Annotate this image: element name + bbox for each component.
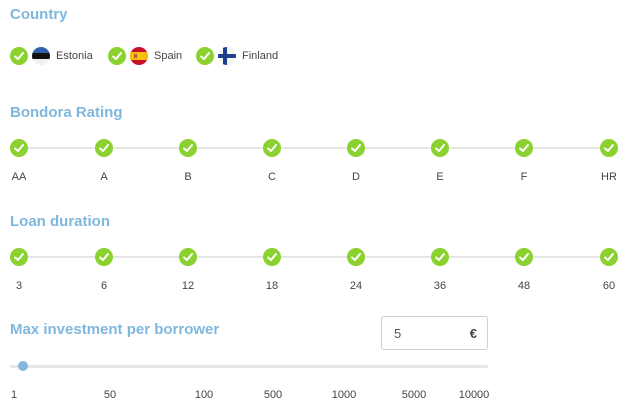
duration-checkmark-icon[interactable] <box>179 248 197 266</box>
finland-flag-icon <box>218 47 236 65</box>
rating-checkmark-icon[interactable] <box>263 139 281 157</box>
rating-tick-label: F <box>520 171 528 183</box>
slider-tick-label: 5000 <box>401 389 427 401</box>
slider-tick-label: 100 <box>194 389 214 401</box>
rating-checkmark-icon[interactable] <box>95 139 113 157</box>
max-investment-input[interactable] <box>394 325 454 341</box>
duration-tick-label: 60 <box>602 280 616 292</box>
rating-tick-label: D <box>352 171 360 183</box>
duration-checkmark-icon[interactable] <box>515 248 533 266</box>
country-label: Spain <box>154 50 183 62</box>
country-label: Estonia <box>56 50 93 62</box>
duration-checkmark-icon[interactable] <box>347 248 365 266</box>
max-investment-slider-track[interactable] <box>10 365 488 368</box>
duration-checkmark-icon[interactable] <box>431 248 449 266</box>
duration-tick-label: 3 <box>15 280 23 292</box>
rating-tick-label: B <box>184 171 192 183</box>
max-investment-field[interactable]: € <box>381 316 488 350</box>
rating-title: Bondora Rating <box>10 104 123 121</box>
rating-tick-label: HR <box>601 171 617 183</box>
rating-checkmark-icon[interactable] <box>10 139 28 157</box>
slider-tick-label: 50 <box>103 389 117 401</box>
duration-tick-label: 18 <box>265 280 279 292</box>
estonia-flag-icon <box>32 47 50 65</box>
max-investment-slider-handle[interactable] <box>18 361 28 371</box>
duration-checkmark-icon[interactable] <box>600 248 618 266</box>
euro-currency-icon: € <box>469 325 477 341</box>
slider-tick-label: 1000 <box>331 389 357 401</box>
spain-flag-icon <box>130 47 148 65</box>
slider-tick-label: 1 <box>10 389 18 401</box>
rating-checkmark-icon[interactable] <box>347 139 365 157</box>
slider-tick-label: 10000 <box>458 389 490 401</box>
country-title: Country <box>10 6 68 23</box>
duration-tick-label: 6 <box>100 280 108 292</box>
duration-tick-label: 48 <box>517 280 531 292</box>
duration-title: Loan duration <box>10 213 110 230</box>
duration-checkmark-icon[interactable] <box>10 248 28 266</box>
checkmark-icon[interactable] <box>196 47 214 65</box>
duration-tick-label: 36 <box>433 280 447 292</box>
country-option-estonia[interactable]: Estonia <box>10 47 93 65</box>
rating-checkmark-icon[interactable] <box>600 139 618 157</box>
duration-tick-label: 12 <box>181 280 195 292</box>
country-option-spain[interactable]: Spain <box>108 47 182 65</box>
checkmark-icon[interactable] <box>108 47 126 65</box>
rating-tick-label: C <box>268 171 276 183</box>
duration-checkmark-icon[interactable] <box>95 248 113 266</box>
country-label: Finland <box>242 50 279 62</box>
rating-checkmark-icon[interactable] <box>431 139 449 157</box>
max-investment-title: Max investment per borrower <box>10 321 220 338</box>
country-option-finland[interactable]: Finland <box>196 47 278 65</box>
rating-tick-label: E <box>436 171 444 183</box>
duration-tick-label: 24 <box>349 280 363 292</box>
rating-tick-label: AA <box>11 171 27 183</box>
rating-tick-label: A <box>100 171 108 183</box>
checkmark-icon[interactable] <box>10 47 28 65</box>
rating-checkmark-icon[interactable] <box>515 139 533 157</box>
duration-checkmark-icon[interactable] <box>263 248 281 266</box>
rating-checkmark-icon[interactable] <box>179 139 197 157</box>
slider-tick-label: 500 <box>263 389 283 401</box>
